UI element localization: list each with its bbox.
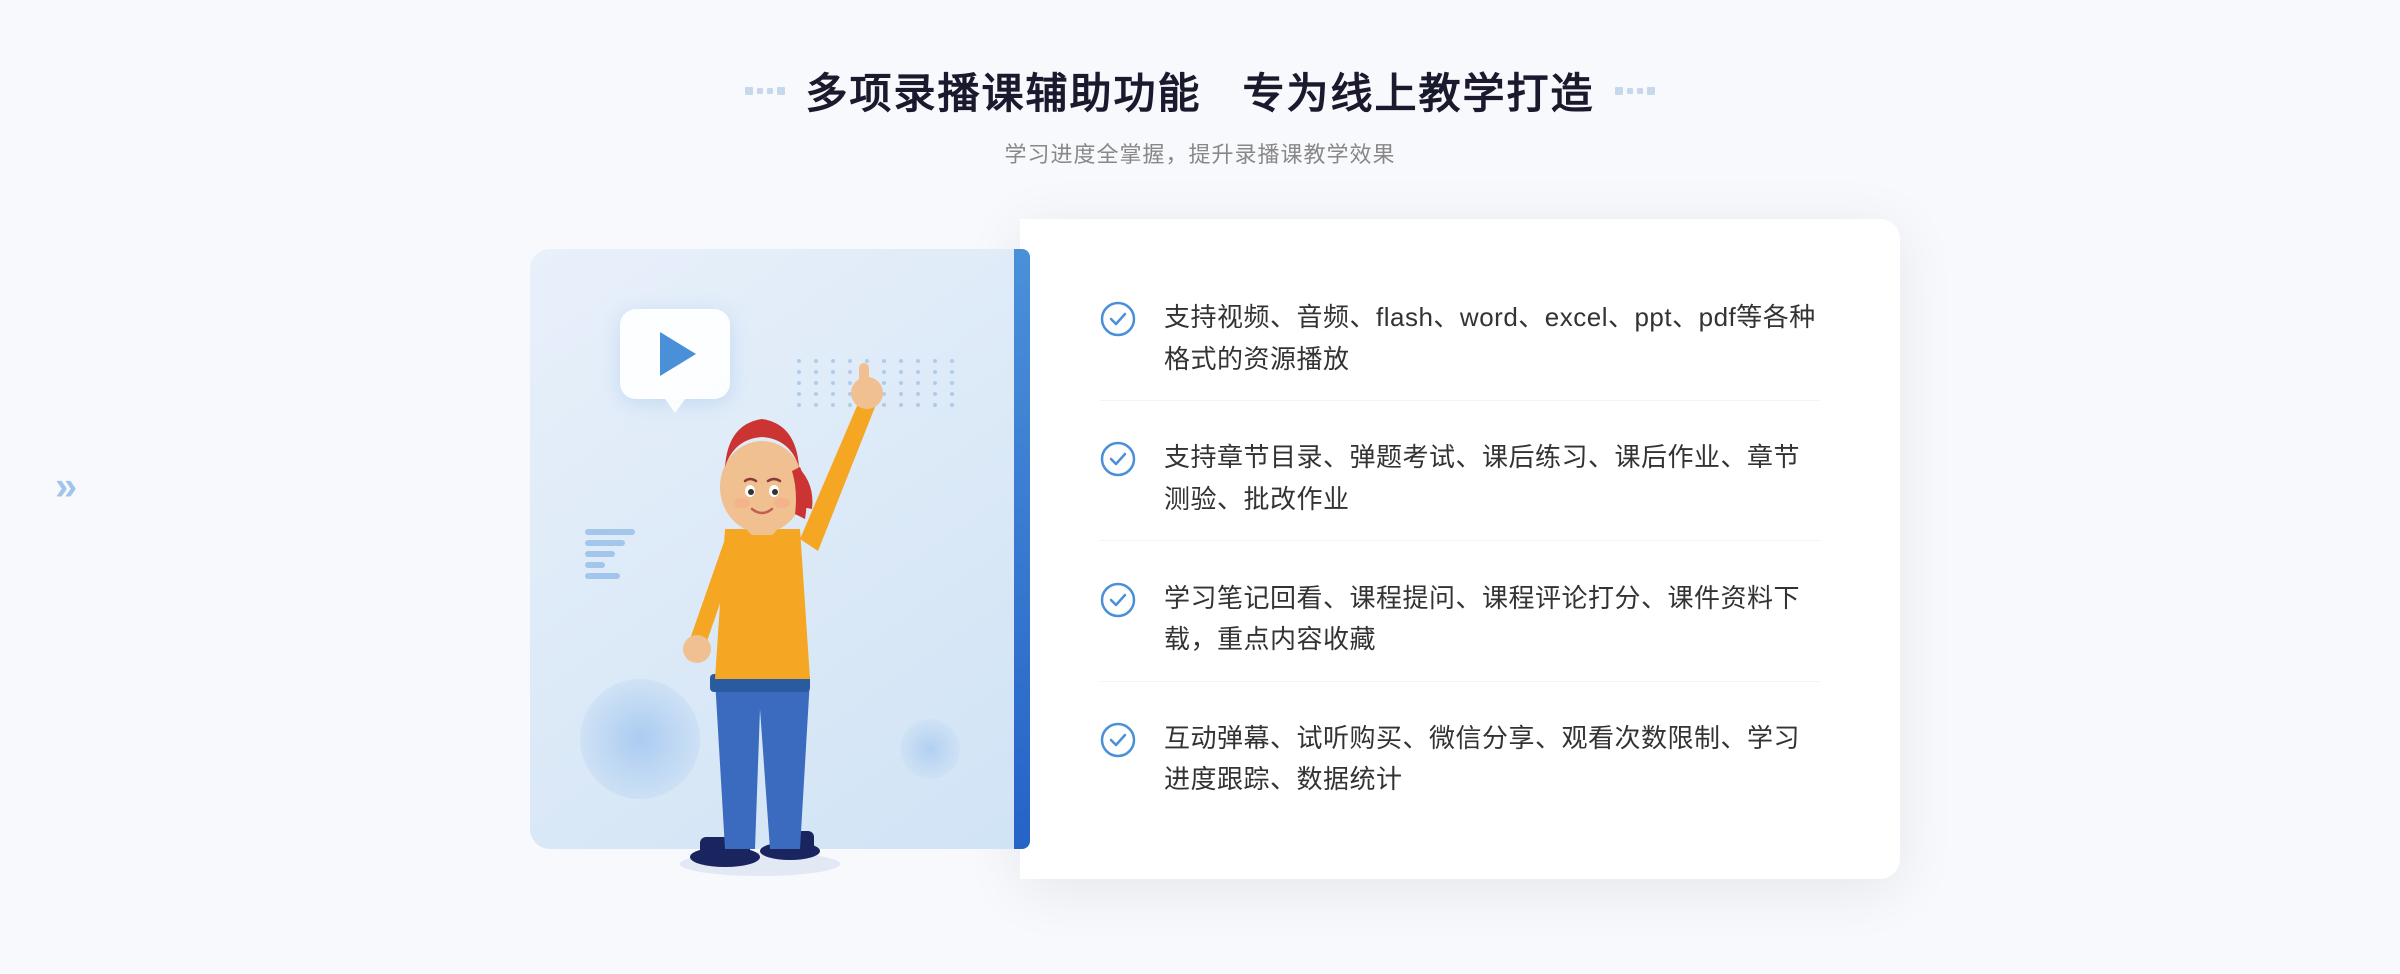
check-icon-2 — [1100, 441, 1136, 477]
page-title: 多项录播课辅助功能 专为线上教学打造 — [805, 60, 1594, 121]
blue-vertical-bar — [1014, 249, 1030, 849]
feature-text-4: 互动弹幕、试听购买、微信分享、观看次数限制、学习进度跟踪、数据统计 — [1164, 718, 1820, 801]
feature-text-3: 学习笔记回看、课程提问、课程评论打分、课件资料下载，重点内容收藏 — [1164, 578, 1820, 661]
feature-item-4: 互动弹幕、试听购买、微信分享、观看次数限制、学习进度跟踪、数据统计 — [1100, 698, 1820, 821]
check-icon-3 — [1100, 582, 1136, 618]
person-illustration — [570, 319, 950, 879]
title-row: 多项录播课辅助功能 专为线上教学打造 — [745, 60, 1654, 121]
title-part1: 多项录播课辅助功能 — [805, 70, 1201, 117]
check-icon-1 — [1100, 301, 1136, 337]
title-decoration-right — [1615, 87, 1655, 95]
page-container: » 多项录播课辅助功能 专为线上教学打造 学习进度全掌握，提升录播课教学效果 — [0, 0, 2400, 974]
illustration-area — [500, 219, 1020, 879]
features-panel: 支持视频、音频、flash、word、excel、ppt、pdf等各种格式的资源… — [1020, 219, 1900, 879]
feature-item-1: 支持视频、音频、flash、word、excel、ppt、pdf等各种格式的资源… — [1100, 277, 1820, 401]
title-part2: 专为线上教学打造 — [1243, 70, 1595, 117]
title-decoration-left — [745, 87, 785, 95]
feature-text-2: 支持章节目录、弹题考试、课后练习、课后作业、章节测验、批改作业 — [1164, 437, 1820, 520]
feature-item-3: 学习笔记回看、课程提问、课程评论打分、课件资料下载，重点内容收藏 — [1100, 558, 1820, 682]
left-arrow-decoration: » — [55, 465, 77, 510]
main-content: 支持视频、音频、flash、word、excel、ppt、pdf等各种格式的资源… — [500, 219, 1900, 879]
header-section: 多项录播课辅助功能 专为线上教学打造 学习进度全掌握，提升录播课教学效果 — [745, 60, 1654, 169]
feature-item-2: 支持章节目录、弹题考试、课后练习、课后作业、章节测验、批改作业 — [1100, 417, 1820, 541]
check-icon-4 — [1100, 722, 1136, 758]
page-subtitle: 学习进度全掌握，提升录播课教学效果 — [745, 137, 1654, 169]
feature-text-1: 支持视频、音频、flash、word、excel、ppt、pdf等各种格式的资源… — [1164, 297, 1820, 380]
